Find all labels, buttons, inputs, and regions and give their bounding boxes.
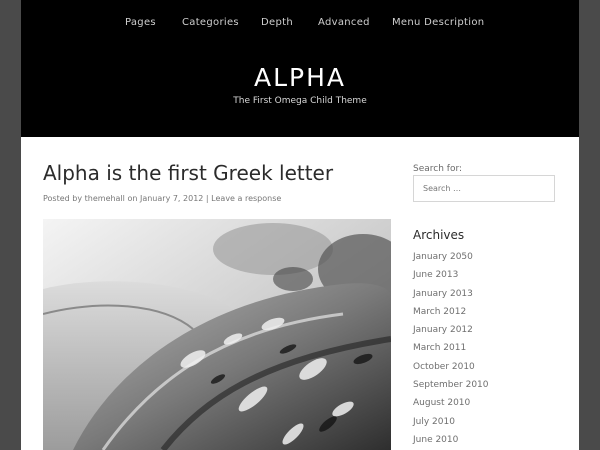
post-meta-separator: | [205, 194, 209, 203]
page-container: Pages Categories Depth Advanced Menu Des… [21, 0, 579, 450]
archive-link[interactable]: March 2011 [413, 341, 489, 359]
archive-link[interactable]: September 2010 [413, 378, 489, 396]
nav-item-menu-description[interactable]: Menu Description [392, 17, 484, 28]
archive-link[interactable]: January 2013 [413, 287, 489, 305]
nav-item-pages[interactable]: Pages [125, 17, 156, 28]
post-meta-on: on [127, 194, 138, 203]
search-input[interactable] [413, 175, 555, 202]
archive-link[interactable]: January 2012 [413, 323, 489, 341]
archive-link[interactable]: June 2013 [413, 268, 489, 286]
site-title[interactable]: ALPHA [21, 63, 579, 93]
archive-link[interactable]: July 2010 [413, 415, 489, 433]
nav-item-depth[interactable]: Depth [261, 17, 293, 28]
post-featured-image[interactable] [43, 219, 391, 450]
greyscale-photo-icon [43, 219, 391, 450]
search-label: Search for: [413, 164, 463, 174]
archive-link[interactable]: January 2050 [413, 250, 489, 268]
post-author-link[interactable]: themehall [85, 194, 125, 203]
post-title[interactable]: Alpha is the first Greek letter [43, 159, 403, 187]
post-date-link[interactable]: January 7, 2012 [140, 194, 203, 203]
nav-item-categories[interactable]: Categories [182, 17, 239, 28]
archive-link[interactable]: October 2010 [413, 360, 489, 378]
site-tagline: The First Omega Child Theme [233, 96, 367, 106]
archive-link[interactable]: August 2010 [413, 396, 489, 414]
archives-heading: Archives [413, 228, 465, 242]
archive-link[interactable]: June 2010 [413, 433, 489, 450]
archives-list: January 2050 June 2013 January 2013 Marc… [413, 250, 489, 450]
nav-item-advanced[interactable]: Advanced [318, 17, 370, 28]
site-header: Pages Categories Depth Advanced Menu Des… [21, 0, 579, 137]
main-navigation: Pages Categories Depth Advanced Menu Des… [21, 17, 579, 31]
archive-link[interactable]: March 2012 [413, 305, 489, 323]
post-meta: Posted by themehall on January 7, 2012 |… [43, 194, 281, 204]
leave-response-link[interactable]: Leave a response [211, 194, 281, 203]
post-meta-prefix: Posted by [43, 194, 83, 203]
